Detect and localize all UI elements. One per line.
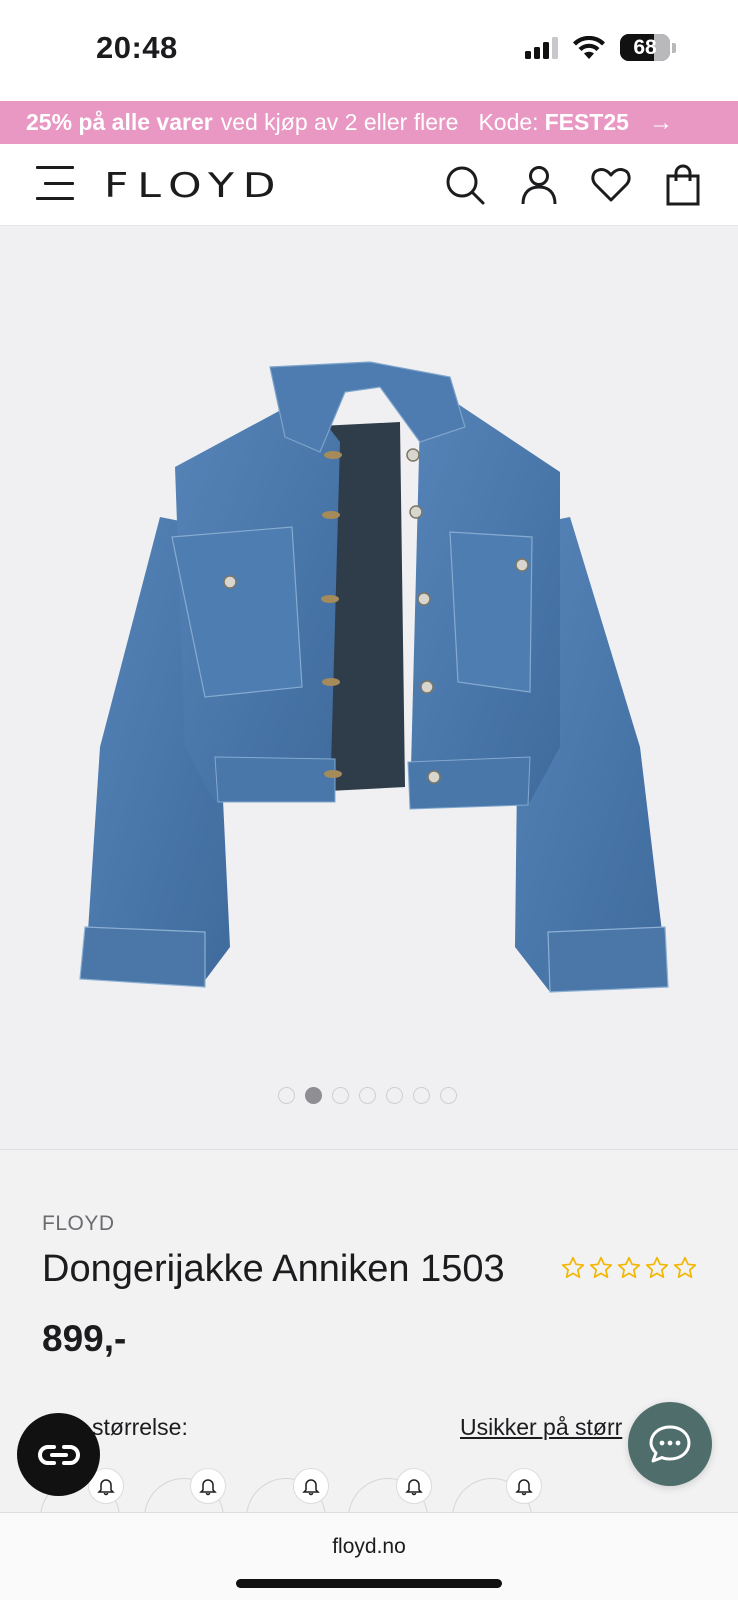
bag-icon[interactable] [662, 164, 704, 206]
denim-jacket-image [79, 361, 669, 993]
chat-bubble-icon [649, 1425, 691, 1463]
bell-icon[interactable] [396, 1468, 432, 1504]
rating-stars[interactable] [560, 1255, 698, 1281]
promo-code-label: Kode: [478, 109, 539, 135]
bell-icon[interactable] [190, 1468, 226, 1504]
account-icon[interactable] [518, 164, 560, 206]
site-header: FLOYD [0, 144, 738, 226]
cellular-signal-icon [525, 36, 558, 59]
status-bar: 20:48 68 [0, 0, 738, 101]
gallery-pagination [278, 1087, 457, 1104]
product-price: 899,- [42, 1318, 127, 1359]
battery-cap [672, 42, 676, 53]
status-icons: 68 [525, 34, 676, 61]
url-text[interactable]: floyd.no [0, 1535, 738, 1559]
star-icon [561, 1256, 585, 1278]
site-logo[interactable]: FLOYD [104, 166, 284, 206]
gallery-dot[interactable] [413, 1087, 430, 1104]
co-logo-icon [37, 1444, 80, 1465]
size-guide-link[interactable]: Usikker på størr [460, 1414, 622, 1441]
product-brand[interactable]: FLOYD [42, 1212, 115, 1236]
menu-icon[interactable] [36, 166, 74, 200]
gallery-dot[interactable] [278, 1087, 295, 1104]
battery-percent: 68 [633, 36, 657, 59]
search-icon[interactable] [444, 164, 486, 206]
star-icon [589, 1256, 613, 1278]
promo-code: FEST25 [544, 109, 629, 135]
wifi-icon [573, 35, 605, 59]
size-options [40, 1468, 738, 1538]
promo-highlight: 25% på alle varer [26, 109, 213, 135]
gallery-dot[interactable] [386, 1087, 403, 1104]
promo-banner[interactable]: 25% på alle varer ved kjøp av 2 eller fl… [0, 101, 738, 144]
size-label-text: størrelse: [92, 1414, 188, 1440]
bell-icon[interactable] [506, 1468, 542, 1504]
chat-button[interactable] [628, 1402, 712, 1486]
star-icon [673, 1256, 697, 1278]
bell-icon[interactable] [293, 1468, 329, 1504]
co-button[interactable] [17, 1413, 100, 1496]
product-title: Dongerijakke Anniken 1503 [42, 1248, 505, 1290]
promo-text: ved kjøp av 2 eller flere [220, 109, 459, 135]
gallery-dot[interactable] [305, 1087, 322, 1104]
product-gallery[interactable] [0, 227, 738, 1150]
gallery-dot[interactable] [332, 1087, 349, 1104]
star-icon [617, 1256, 641, 1278]
arrow-right-icon: → [648, 108, 673, 136]
gallery-dot[interactable] [359, 1087, 376, 1104]
status-time: 20:48 [96, 30, 178, 65]
battery-icon: 68 [620, 34, 670, 61]
heart-icon[interactable] [590, 164, 632, 206]
star-icon [645, 1256, 669, 1278]
gallery-dot[interactable] [440, 1087, 457, 1104]
home-indicator[interactable] [236, 1579, 502, 1588]
